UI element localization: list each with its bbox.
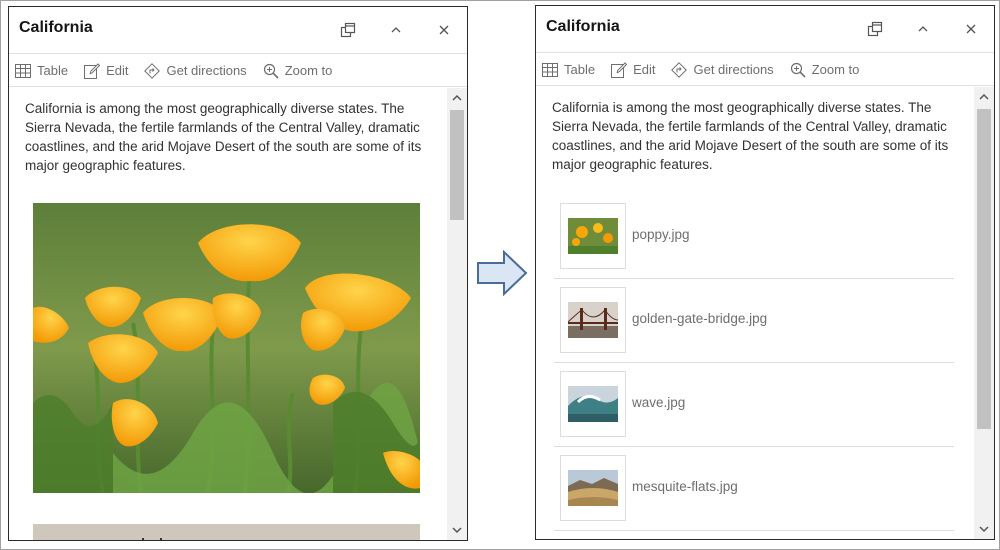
zoom-to-action[interactable]: Zoom to bbox=[790, 62, 860, 78]
zoom-to-icon bbox=[790, 62, 806, 78]
scrollbar-thumb[interactable] bbox=[450, 110, 464, 220]
dock-icon[interactable] bbox=[335, 17, 361, 43]
table-action[interactable]: Table bbox=[542, 62, 595, 77]
zoom-to-label: Zoom to bbox=[811, 62, 860, 77]
edit-label: Edit bbox=[106, 63, 129, 78]
table-action[interactable]: Table bbox=[15, 63, 68, 78]
scrollbar[interactable] bbox=[447, 88, 467, 540]
get-directions-label: Get directions bbox=[166, 63, 247, 78]
popup-panel-before: California Table Edit Get directions Zoo… bbox=[8, 6, 468, 541]
poppy-image[interactable] bbox=[33, 203, 420, 493]
table-icon bbox=[542, 62, 558, 77]
close-icon[interactable] bbox=[958, 16, 984, 42]
edit-icon bbox=[611, 61, 628, 78]
edit-action[interactable]: Edit bbox=[84, 62, 129, 79]
popup-content: California is among the most geographica… bbox=[536, 87, 974, 539]
popup-body: California is among the most geographica… bbox=[9, 88, 467, 540]
action-bar: Table Edit Get directions Zoom to bbox=[9, 55, 467, 87]
popup-body: California is among the most geographica… bbox=[536, 87, 994, 539]
table-icon bbox=[15, 63, 31, 78]
action-bar: Table Edit Get directions Zoom to bbox=[536, 54, 994, 86]
chevron-up-icon[interactable] bbox=[910, 16, 936, 42]
get-directions-label: Get directions bbox=[693, 62, 774, 77]
attachment-item-partial[interactable] bbox=[554, 531, 954, 539]
attachment-name[interactable]: poppy.jpg bbox=[632, 227, 690, 242]
attachment-item[interactable]: poppy.jpg bbox=[554, 195, 954, 279]
dock-icon[interactable] bbox=[862, 16, 888, 42]
attachment-name[interactable]: golden-gate-bridge.jpg bbox=[632, 311, 767, 326]
popup-content: California is among the most geographica… bbox=[9, 88, 447, 540]
popup-header: California bbox=[536, 6, 994, 53]
scrollbar[interactable] bbox=[974, 87, 994, 539]
get-directions-action[interactable]: Get directions bbox=[671, 61, 774, 78]
zoom-to-action[interactable]: Zoom to bbox=[263, 63, 333, 79]
scrollbar-thumb[interactable] bbox=[977, 109, 991, 429]
attachment-thumbnail bbox=[560, 203, 626, 269]
feature-description: California is among the most geographica… bbox=[552, 100, 949, 172]
edit-action[interactable]: Edit bbox=[611, 61, 656, 78]
attachment-item[interactable]: mesquite-flats.jpg bbox=[554, 447, 954, 531]
directions-icon bbox=[144, 62, 161, 79]
scroll-up-icon[interactable] bbox=[974, 89, 994, 105]
scroll-down-icon[interactable] bbox=[447, 522, 467, 538]
edit-label: Edit bbox=[633, 62, 656, 77]
attachment-thumbnail bbox=[560, 287, 626, 353]
table-label: Table bbox=[37, 63, 69, 78]
attachment-name[interactable]: mesquite-flats.jpg bbox=[632, 479, 738, 494]
attachment-name[interactable]: wave.jpg bbox=[632, 395, 685, 410]
feature-description: California is among the most geographica… bbox=[25, 101, 422, 173]
right-arrow-icon bbox=[476, 249, 528, 297]
attachment-thumbnail bbox=[560, 455, 626, 521]
golden-gate-image-partial[interactable] bbox=[33, 524, 420, 540]
zoom-to-label: Zoom to bbox=[284, 63, 333, 78]
popup-panel-after: California Table Edit Get directions Zoo… bbox=[535, 5, 995, 540]
zoom-to-icon bbox=[263, 63, 279, 79]
popup-title: California bbox=[19, 19, 93, 36]
scroll-down-icon[interactable] bbox=[974, 521, 994, 537]
attachment-item[interactable]: golden-gate-bridge.jpg bbox=[554, 279, 954, 363]
attachment-list: poppy.jpg golden-gate-bridge.jpg wave.jp… bbox=[554, 195, 954, 539]
popup-title: California bbox=[546, 18, 620, 35]
table-label: Table bbox=[564, 62, 596, 77]
attachment-thumbnail bbox=[560, 371, 626, 437]
popup-header: California bbox=[9, 7, 467, 54]
chevron-up-icon[interactable] bbox=[383, 17, 409, 43]
edit-icon bbox=[84, 62, 101, 79]
directions-icon bbox=[671, 61, 688, 78]
get-directions-action[interactable]: Get directions bbox=[144, 62, 247, 79]
scroll-up-icon[interactable] bbox=[447, 90, 467, 106]
attachment-item[interactable]: wave.jpg bbox=[554, 363, 954, 447]
close-icon[interactable] bbox=[431, 17, 457, 43]
